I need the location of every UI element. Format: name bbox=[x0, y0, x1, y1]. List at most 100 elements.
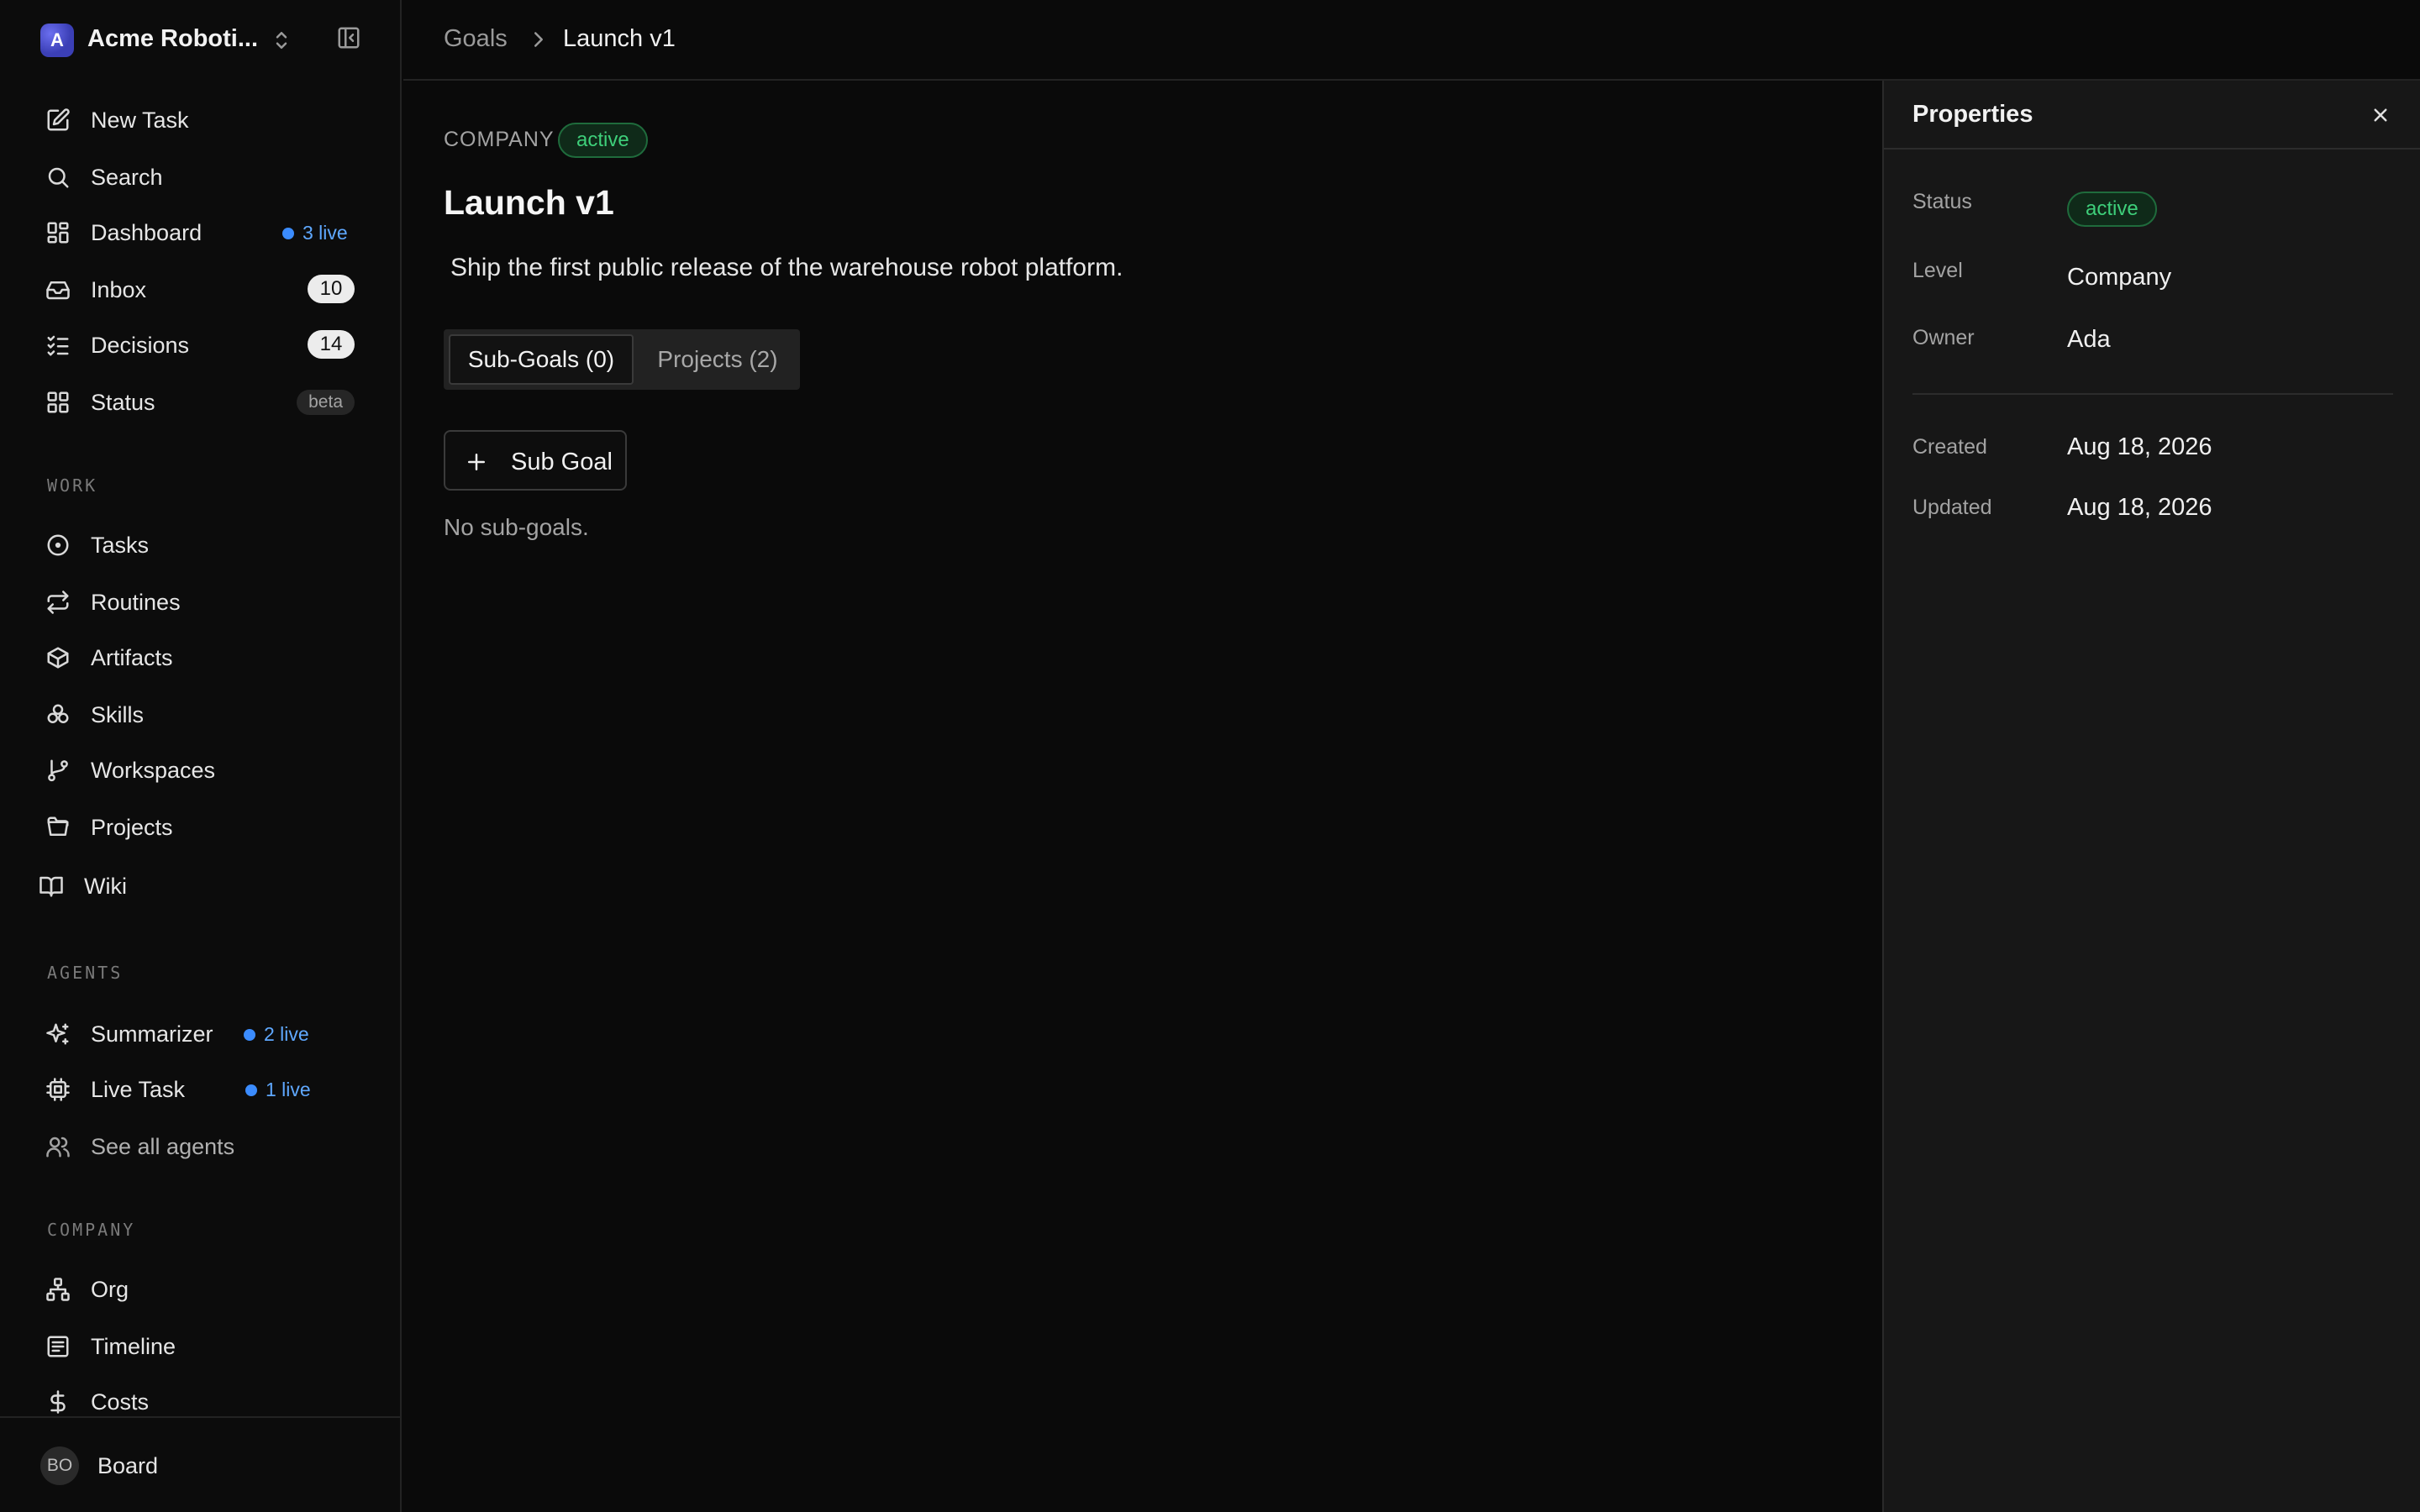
book-open-icon bbox=[39, 876, 63, 897]
chevron-up-down-icon[interactable] bbox=[269, 25, 294, 55]
tab-projects[interactable]: Projects (2) bbox=[642, 334, 793, 385]
created-label: Created bbox=[1912, 435, 1987, 459]
sidebar-item-label: Artifacts bbox=[91, 645, 173, 670]
sidebar-item-label: Search bbox=[91, 165, 163, 190]
sidebar-item-dashboard[interactable]: Dashboard 3 live bbox=[34, 210, 370, 254]
section-label-company: COMPANY bbox=[47, 1220, 136, 1240]
sidebar-item-label: Workspaces bbox=[91, 758, 216, 783]
goal-level: COMPANY bbox=[444, 128, 555, 151]
circle-dot-icon bbox=[47, 534, 69, 556]
user-name: Board bbox=[97, 1453, 159, 1478]
properties-panel: Properties Status active Level Company O… bbox=[1882, 81, 2420, 1512]
level-value[interactable]: Company bbox=[2067, 264, 2171, 291]
sidebar: A Acme Roboti... New Task Search Dashboa… bbox=[0, 0, 402, 1512]
sidebar-item-tasks[interactable]: Tasks bbox=[34, 522, 370, 566]
users-icon bbox=[46, 1137, 70, 1158]
level-label: Level bbox=[1912, 259, 1963, 282]
dashboard-icon bbox=[47, 222, 69, 244]
sidebar-item-see-all-agents[interactable]: See all agents bbox=[34, 1124, 370, 1168]
sidebar-item-inbox[interactable]: Inbox 10 bbox=[34, 267, 370, 311]
org-chart-icon bbox=[46, 1278, 70, 1301]
dollar-icon bbox=[50, 1390, 66, 1414]
section-label-work: WORK bbox=[47, 475, 98, 496]
decisions-count-badge: 14 bbox=[308, 330, 355, 359]
sidebar-item-wiki[interactable]: Wiki bbox=[34, 864, 370, 907]
properties-title: Properties bbox=[1912, 101, 2033, 128]
live-indicator: 1 live bbox=[245, 1079, 311, 1101]
sidebar-item-label: Status bbox=[91, 390, 155, 415]
live-count: 2 live bbox=[264, 1023, 309, 1045]
sidebar-item-label: Projects bbox=[91, 815, 173, 840]
list-box-icon bbox=[47, 1336, 69, 1357]
sidebar-item-label: Summarizer bbox=[91, 1021, 213, 1047]
status-badge: active bbox=[558, 123, 648, 158]
sidebar-item-status[interactable]: Status beta bbox=[34, 380, 370, 423]
sidebar-item-label: Tasks bbox=[91, 533, 150, 558]
breadcrumb-current: Launch v1 bbox=[563, 25, 676, 52]
live-indicator: 3 live bbox=[282, 222, 348, 244]
sidebar-item-summarizer[interactable]: Summarizer 2 live bbox=[34, 1011, 370, 1055]
live-indicator: 2 live bbox=[244, 1023, 309, 1046]
chevron-right-icon bbox=[534, 32, 543, 47]
sidebar-item-skills[interactable]: Skills bbox=[34, 692, 370, 736]
company-name[interactable]: Acme Roboti... bbox=[87, 25, 264, 53]
section-label-agents: AGENTS bbox=[47, 963, 124, 983]
status-badge[interactable]: active bbox=[2067, 192, 2157, 227]
inbox-icon bbox=[46, 281, 70, 300]
breadcrumb-goals-link[interactable]: Goals bbox=[444, 25, 508, 53]
empty-state-text: No sub-goals. bbox=[444, 514, 589, 540]
status-label: Status bbox=[1912, 190, 1972, 213]
sidebar-item-new-task[interactable]: New Task bbox=[34, 97, 370, 141]
sidebar-item-label: Live Task bbox=[91, 1077, 186, 1102]
app-window: A Acme Roboti... New Task Search Dashboa… bbox=[0, 0, 2420, 1512]
tab-sub-goals[interactable]: Sub-Goals (0) bbox=[449, 334, 634, 385]
properties-header: Properties bbox=[1884, 81, 2420, 150]
owner-label: Owner bbox=[1912, 326, 1975, 349]
live-count: 3 live bbox=[302, 222, 348, 244]
sidebar-item-routines[interactable]: Routines bbox=[34, 580, 370, 623]
sidebar-item-label: Decisions bbox=[91, 333, 190, 358]
sidebar-item-search[interactable]: Search bbox=[34, 155, 370, 198]
sidebar-item-label: Routines bbox=[91, 590, 181, 615]
unread-count-badge: 10 bbox=[308, 275, 355, 303]
sidebar-item-workspaces[interactable]: Workspaces bbox=[34, 748, 370, 791]
created-value: Aug 18, 2026 bbox=[2067, 433, 2212, 460]
updated-label: Updated bbox=[1912, 496, 1992, 519]
goal-detail: COMPANY active Launch v1 Ship the first … bbox=[403, 81, 1882, 1512]
sidebar-item-live-task[interactable]: Live Task 1 live bbox=[34, 1067, 370, 1110]
close-icon[interactable] bbox=[2368, 102, 2393, 128]
sidebar-item-projects[interactable]: Projects bbox=[34, 805, 370, 848]
sidebar-item-org[interactable]: Org bbox=[34, 1267, 370, 1310]
sidebar-item-label: Org bbox=[91, 1277, 129, 1302]
checklist-icon bbox=[47, 335, 69, 356]
cpu-icon bbox=[46, 1078, 70, 1101]
boxes-icon bbox=[47, 704, 69, 723]
avatar: BO bbox=[40, 1446, 79, 1485]
add-sub-goal-button[interactable]: Sub Goal bbox=[444, 430, 627, 491]
sidebar-item-timeline[interactable]: Timeline bbox=[34, 1324, 370, 1368]
live-count: 1 live bbox=[266, 1079, 311, 1100]
git-branch-icon bbox=[48, 759, 68, 782]
sidebar-item-label: Wiki bbox=[84, 874, 127, 899]
sidebar-item-label: New Task bbox=[91, 108, 189, 133]
divider bbox=[1912, 393, 2393, 395]
folder-open-icon bbox=[47, 816, 69, 836]
page-title: Launch v1 bbox=[444, 183, 614, 222]
sidebar-item-artifacts[interactable]: Artifacts bbox=[34, 635, 370, 679]
sidebar-item-label: Costs bbox=[91, 1389, 150, 1415]
sidebar-item-label: Dashboard bbox=[91, 220, 203, 245]
sidebar-item-label: See all agents bbox=[91, 1134, 235, 1159]
beta-badge: beta bbox=[297, 390, 355, 415]
user-menu[interactable]: BO Board bbox=[0, 1416, 402, 1512]
goal-description[interactable]: Ship the first public release of the war… bbox=[450, 254, 1123, 282]
plus-icon bbox=[468, 454, 485, 470]
owner-value[interactable]: Ada bbox=[2067, 326, 2111, 354]
company-switcher[interactable]: A Acme Roboti... bbox=[0, 0, 402, 81]
edit-icon bbox=[47, 108, 70, 131]
sidebar-item-decisions[interactable]: Decisions 14 bbox=[34, 323, 370, 366]
top-bar: Goals Launch v1 bbox=[403, 0, 2420, 81]
sidebar-item-label: Timeline bbox=[91, 1334, 176, 1359]
sidebar-item-label: Inbox bbox=[91, 277, 147, 302]
collapse-sidebar-icon[interactable] bbox=[336, 25, 361, 50]
package-icon bbox=[47, 647, 69, 669]
